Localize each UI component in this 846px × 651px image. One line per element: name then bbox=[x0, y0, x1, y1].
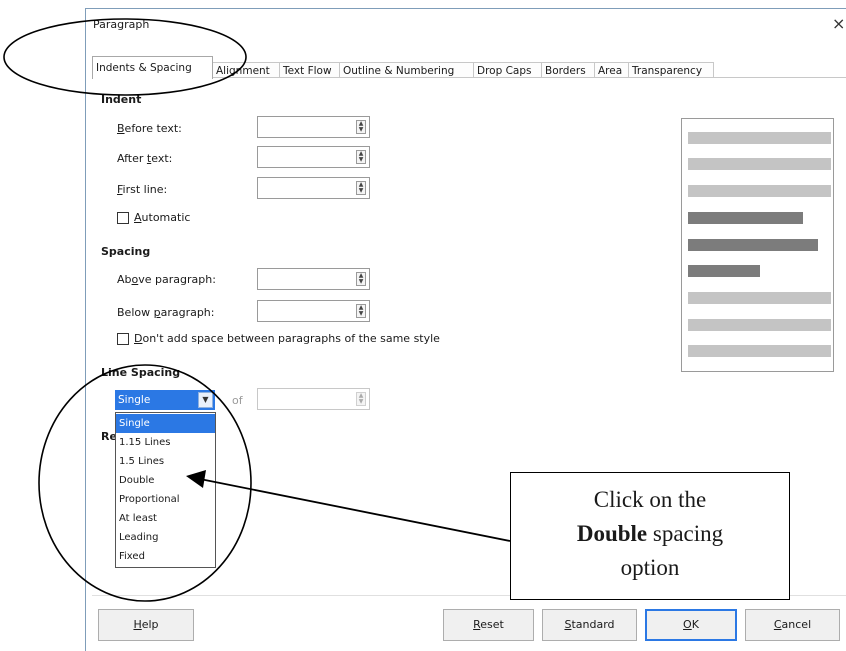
dialog-title: Paragraph bbox=[93, 18, 150, 31]
standard-button[interactable]: Standard bbox=[542, 609, 637, 641]
first-line-label: First line: bbox=[117, 183, 168, 196]
preview-line bbox=[688, 239, 818, 251]
spin-buttons[interactable]: ▲ ▼ bbox=[356, 181, 366, 195]
tab-area[interactable]: Area bbox=[594, 62, 629, 78]
callout-line-2: Double spacing bbox=[576, 521, 724, 546]
option-leading[interactable]: Leading bbox=[116, 528, 215, 547]
tab-outline-numbering[interactable]: Outline & Numbering bbox=[339, 62, 474, 78]
below-paragraph-label: Below paragraph: bbox=[117, 306, 215, 319]
option-proportional[interactable]: Proportional bbox=[116, 490, 215, 509]
ok-button[interactable]: OK bbox=[645, 609, 737, 641]
option-fixed[interactable]: Fixed bbox=[116, 547, 215, 566]
tab-borders[interactable]: Borders bbox=[541, 62, 595, 78]
preview-line bbox=[688, 292, 831, 304]
line-spacing-section-title: Line Spacing bbox=[101, 366, 181, 379]
tab-drop-caps[interactable]: Drop Caps bbox=[473, 62, 542, 78]
tab-indents-spacing[interactable]: Indents & Spacing bbox=[92, 56, 213, 79]
before-text-label: Before text: bbox=[117, 122, 182, 135]
option-single[interactable]: Single bbox=[116, 414, 215, 433]
preview-line bbox=[688, 319, 831, 331]
option-1-5-lines[interactable]: 1.5 Lines bbox=[116, 452, 215, 471]
instruction-callout: Click on the Double spacing option bbox=[510, 472, 790, 600]
preview-line bbox=[688, 345, 831, 357]
line-spacing-value-spinner[interactable]: ▲ ▼ bbox=[257, 388, 370, 410]
after-text-spinner[interactable]: ▲ ▼ bbox=[257, 146, 370, 168]
spin-buttons[interactable]: ▲ ▼ bbox=[356, 392, 366, 406]
help-button[interactable]: Help bbox=[98, 609, 194, 641]
automatic-checkbox[interactable] bbox=[117, 212, 129, 224]
line-spacing-selected-value: Single bbox=[118, 394, 151, 406]
paragraph-preview bbox=[681, 118, 834, 372]
callout-line-3: option bbox=[620, 555, 680, 580]
chevron-down-icon[interactable]: ▼ bbox=[198, 392, 213, 408]
close-icon[interactable]: × bbox=[832, 14, 845, 33]
line-spacing-dropdown-list: Single 1.15 Lines 1.5 Lines Double Propo… bbox=[115, 412, 216, 568]
cancel-button[interactable]: Cancel bbox=[745, 609, 840, 641]
tab-text-flow[interactable]: Text Flow bbox=[279, 62, 340, 78]
first-line-spinner[interactable]: ▲ ▼ bbox=[257, 177, 370, 199]
spin-buttons[interactable]: ▲ ▼ bbox=[356, 272, 366, 286]
tab-transparency[interactable]: Transparency bbox=[628, 62, 714, 78]
option-at-least[interactable]: At least bbox=[116, 509, 215, 528]
automatic-label: Automatic bbox=[134, 211, 191, 224]
preview-line bbox=[688, 158, 831, 170]
before-text-spinner[interactable]: ▲ ▼ bbox=[257, 116, 370, 138]
preview-line bbox=[688, 132, 831, 144]
line-spacing-select[interactable]: Single ▼ bbox=[115, 390, 215, 410]
spin-buttons[interactable]: ▲ ▼ bbox=[356, 304, 366, 318]
preview-line bbox=[688, 265, 760, 277]
option-double[interactable]: Double bbox=[116, 471, 215, 490]
dont-add-space-checkbox[interactable] bbox=[117, 333, 129, 345]
reset-button[interactable]: Reset bbox=[443, 609, 534, 641]
preview-line bbox=[688, 185, 831, 197]
spacing-section-title: Spacing bbox=[101, 245, 151, 258]
above-paragraph-spinner[interactable]: ▲ ▼ bbox=[257, 268, 370, 290]
above-paragraph-label: Above paragraph: bbox=[117, 273, 216, 286]
callout-line-1: Click on the bbox=[593, 487, 707, 512]
below-paragraph-spinner[interactable]: ▲ ▼ bbox=[257, 300, 370, 322]
dont-add-space-label: Don't add space between paragraphs of th… bbox=[134, 332, 440, 345]
after-text-label: After text: bbox=[117, 152, 173, 165]
option-1-15-lines[interactable]: 1.15 Lines bbox=[116, 433, 215, 452]
of-label: of bbox=[232, 394, 243, 407]
tab-alignment[interactable]: Alignment bbox=[212, 62, 280, 78]
spin-buttons[interactable]: ▲ ▼ bbox=[356, 120, 366, 134]
indent-section-title: Indent bbox=[101, 93, 142, 106]
spin-buttons[interactable]: ▲ ▼ bbox=[356, 150, 366, 164]
preview-line bbox=[688, 212, 803, 224]
